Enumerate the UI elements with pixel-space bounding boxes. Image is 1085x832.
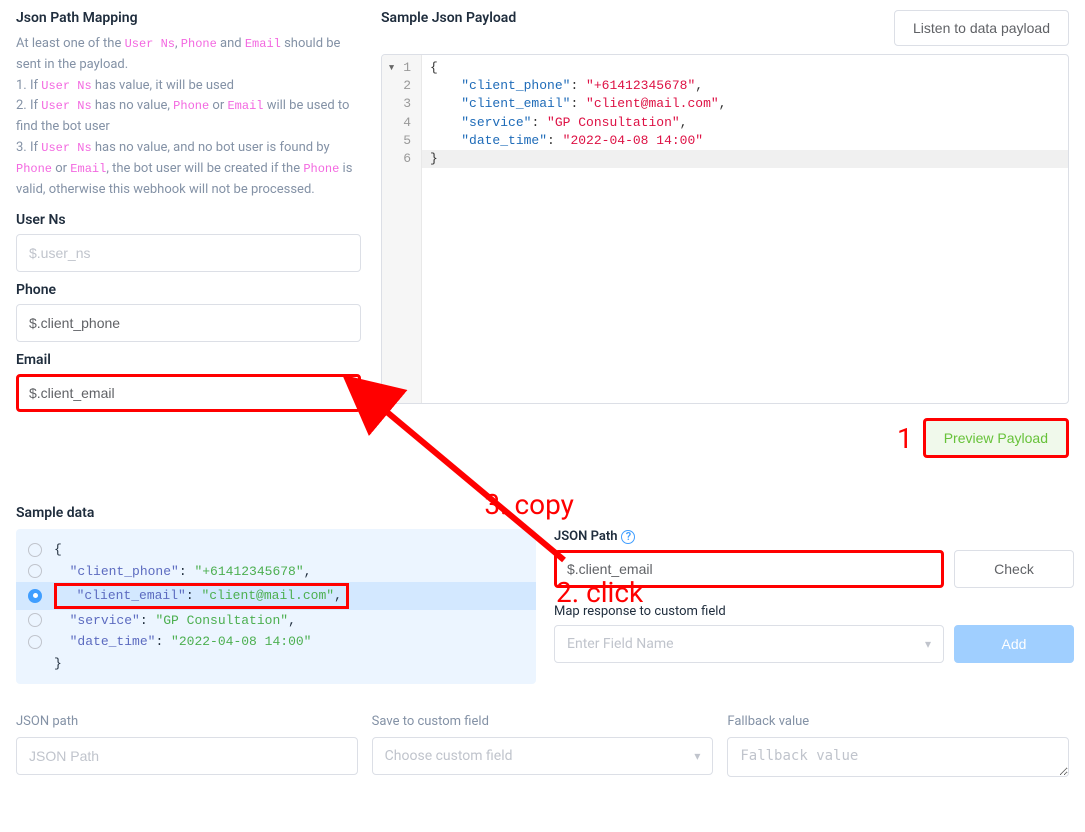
check-button[interactable]: Check <box>954 550 1074 588</box>
userns-label: User Ns <box>16 212 361 228</box>
chevron-down-icon: ▾ <box>694 749 700 763</box>
radio <box>28 656 42 670</box>
sample-line[interactable]: "date_time": "2022-04-08 14:00" <box>28 631 524 653</box>
annotation-copy: 3. copy <box>484 488 574 521</box>
field-name-select[interactable]: Enter Field Name ▾ <box>554 625 944 663</box>
json-path-mapping-title: Json Path Mapping <box>16 10 361 26</box>
sample-payload-title: Sample Json Payload <box>381 10 516 26</box>
bottom-fallback-label: Fallback value <box>727 714 1069 729</box>
phone-label: Phone <box>16 282 361 298</box>
email-input[interactable] <box>16 374 361 412</box>
sample-line[interactable]: "client_email": "client@mail.com", <box>16 582 536 610</box>
sample-line[interactable]: } <box>28 653 524 675</box>
add-button[interactable]: Add <box>954 625 1074 663</box>
radio[interactable] <box>28 613 42 627</box>
sample-data-box[interactable]: { "client_phone": "+61412345678", "clien… <box>16 529 536 684</box>
radio[interactable] <box>28 589 42 603</box>
radio[interactable] <box>28 564 42 578</box>
bottom-custom-label: Save to custom field <box>372 714 714 729</box>
bottom-custom-select[interactable]: Choose custom field ▾ <box>372 737 714 775</box>
code-editor[interactable]: ▾ 123456 { "client_phone": "+61412345678… <box>381 54 1069 404</box>
phone-input[interactable] <box>16 304 361 342</box>
radio[interactable] <box>28 635 42 649</box>
bottom-fallback-input[interactable] <box>727 737 1069 777</box>
email-label: Email <box>16 352 361 368</box>
sample-data-title: Sample data <box>16 505 94 521</box>
userns-input[interactable] <box>16 234 361 272</box>
help-icon[interactable]: ? <box>621 530 635 544</box>
sample-line[interactable]: "client_phone": "+61412345678", <box>28 561 524 583</box>
annotation-click: 2. click <box>556 576 643 609</box>
radio[interactable] <box>28 543 42 557</box>
sample-line[interactable]: { <box>28 539 524 561</box>
code-body[interactable]: { "client_phone": "+61412345678", "clien… <box>422 55 1068 403</box>
bottom-jsonpath-input[interactable] <box>16 737 358 775</box>
json-path-label: JSON Path <box>554 529 617 544</box>
help-text: At least one of the User Ns, Phone and E… <box>16 34 361 200</box>
listen-button[interactable]: Listen to data payload <box>894 10 1069 46</box>
bottom-jsonpath-label: JSON path <box>16 714 358 729</box>
chevron-down-icon: ▾ <box>925 637 931 651</box>
sample-line[interactable]: "service": "GP Consultation", <box>28 610 524 632</box>
preview-payload-button[interactable]: Preview Payload <box>923 418 1069 458</box>
annotation-1: 1 <box>897 422 913 455</box>
gutter: ▾ 123456 <box>382 55 422 403</box>
